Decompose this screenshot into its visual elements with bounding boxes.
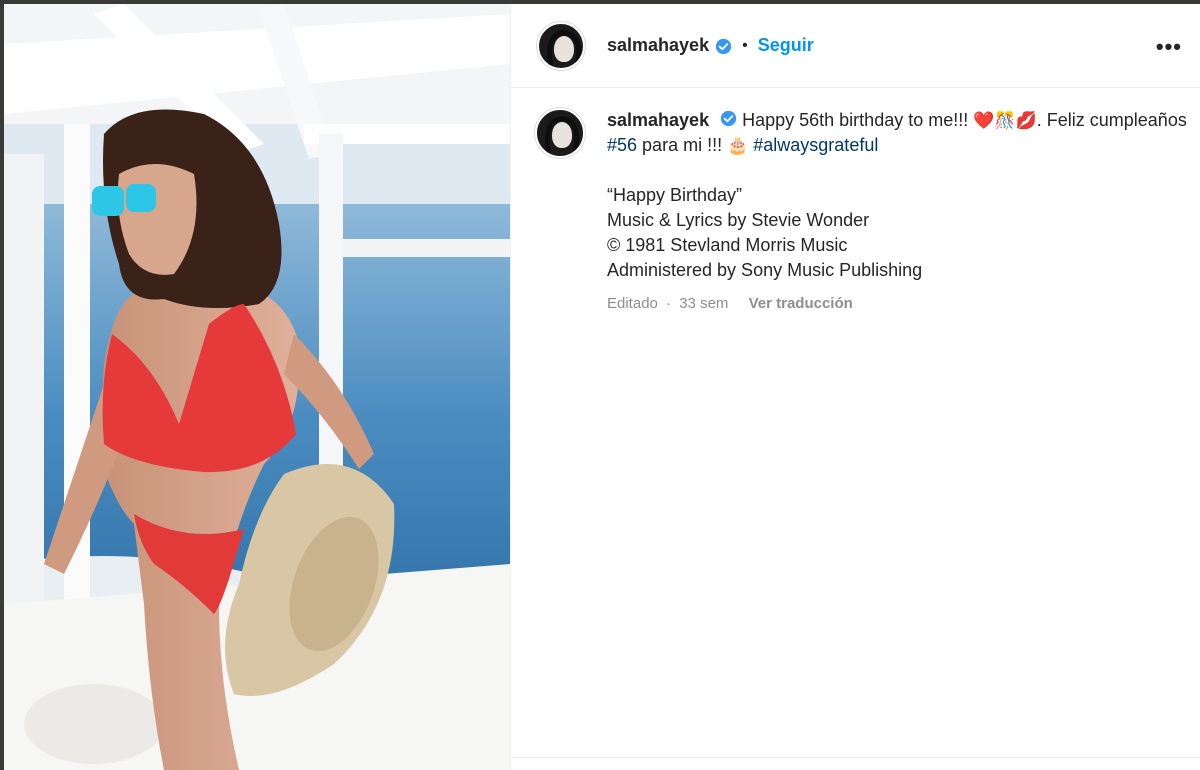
caption-verified-badge-icon xyxy=(720,110,737,127)
instagram-post: salmahayek • Seguir ••• salmahayek Happy… xyxy=(4,4,1200,770)
header-username[interactable]: salmahayek xyxy=(607,35,709,56)
caption-avatar[interactable] xyxy=(535,108,585,158)
see-translation-button[interactable]: Ver traducción xyxy=(749,295,853,312)
cake-emoji: 🎂 xyxy=(727,136,749,155)
header-separator: • xyxy=(742,36,748,54)
caption-copyright: © 1981 Stevland Morris Music xyxy=(607,235,848,255)
meta-dot: · xyxy=(666,295,672,312)
hashtag-alwaysgrateful-link[interactable]: #alwaysgrateful xyxy=(753,135,878,155)
divider xyxy=(511,757,1200,758)
follow-button[interactable]: Seguir xyxy=(758,35,814,56)
caption-row: salmahayek Happy 56th birthday to me!!! … xyxy=(511,88,1200,316)
verified-badge-icon xyxy=(715,38,732,55)
more-options-icon[interactable]: ••• xyxy=(1156,34,1182,60)
caption-meta: Editado · 33 sem Ver traducción xyxy=(607,291,1197,316)
post-photo xyxy=(4,4,510,770)
caption-paragraph: salmahayek Happy 56th birthday to me!!! … xyxy=(607,108,1197,158)
caption-emojis: ❤️🎊💋 xyxy=(973,111,1037,130)
caption-administered: Administered by Sony Music Publishing xyxy=(607,260,923,280)
caption-song-title: “Happy Birthday” xyxy=(607,185,743,205)
post-media-video[interactable] xyxy=(4,4,510,770)
caption-text-2: . Feliz cumpleaños xyxy=(1036,110,1187,130)
post-side-panel: salmahayek • Seguir ••• salmahayek Happy… xyxy=(510,4,1200,770)
edited-label: Editado xyxy=(607,295,658,312)
caption-text-3: para mi !!! xyxy=(637,135,728,155)
post-header: salmahayek • Seguir ••• xyxy=(511,4,1200,88)
caption-text-1: Happy 56th birthday to me!!! xyxy=(742,110,974,130)
screenshot-frame: salmahayek • Seguir ••• salmahayek Happy… xyxy=(0,0,1200,770)
caption-text: salmahayek Happy 56th birthday to me!!! … xyxy=(607,108,1197,316)
avatar[interactable] xyxy=(537,21,585,70)
caption-song-credit: Music & Lyrics by Stevie Wonder xyxy=(607,210,870,230)
caption-username[interactable]: salmahayek xyxy=(607,110,709,130)
hashtag-56-link[interactable]: #56 xyxy=(607,135,637,155)
post-age[interactable]: 33 sem xyxy=(679,295,728,312)
